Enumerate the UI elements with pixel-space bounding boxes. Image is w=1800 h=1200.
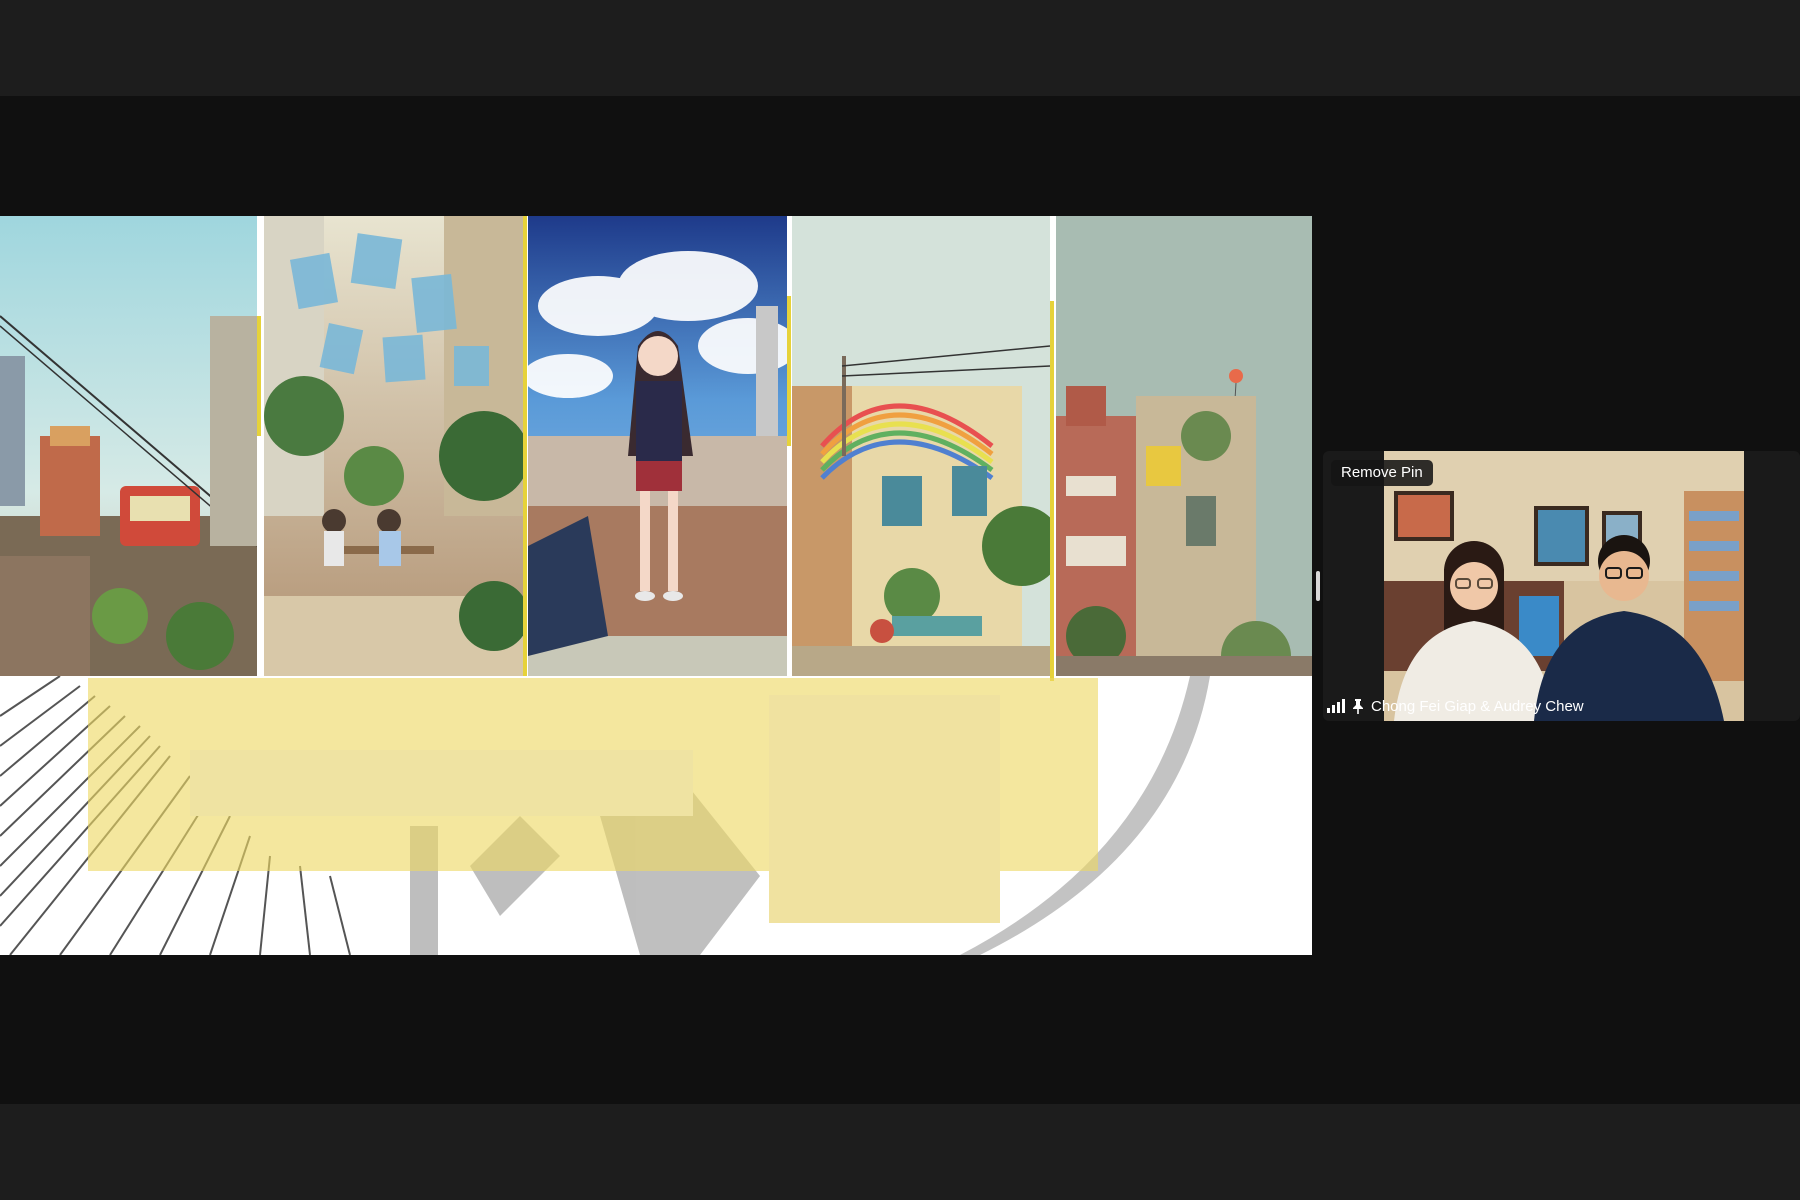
overlay-strip [190,750,693,816]
pin-icon [1353,699,1363,714]
signal-bars-icon[interactable] [1327,699,1345,713]
pinned-video-tile[interactable]: Remove Pin Chong Fei Giap & Audrey Chew [1323,451,1800,721]
bottom-toolbar [0,1104,1800,1200]
participant-video-feed [1384,451,1744,721]
illustration-panel-cafe [264,216,523,676]
illustration-panel-red-shophouse [1056,216,1312,676]
accent-bar [523,216,527,676]
participant-name-label: Chong Fei Giap & Audrey Chew [1327,694,1584,718]
illustration-panel-cable-car [0,216,257,676]
remove-pin-button[interactable]: Remove Pin [1331,460,1433,486]
accent-bar [1050,301,1054,681]
overlay-square [769,695,1000,923]
participant-name: Chong Fei Giap & Audrey Chew [1371,697,1584,715]
accent-bar [257,316,261,436]
top-toolbar [0,0,1800,96]
shared-screen[interactable] [0,216,1312,955]
illustration-panel-rooftop-girl [528,216,787,676]
illustration-panel-rainbow-shophouse [792,216,1050,676]
panel-resize-handle[interactable] [1316,571,1320,601]
accent-bar [787,296,791,446]
